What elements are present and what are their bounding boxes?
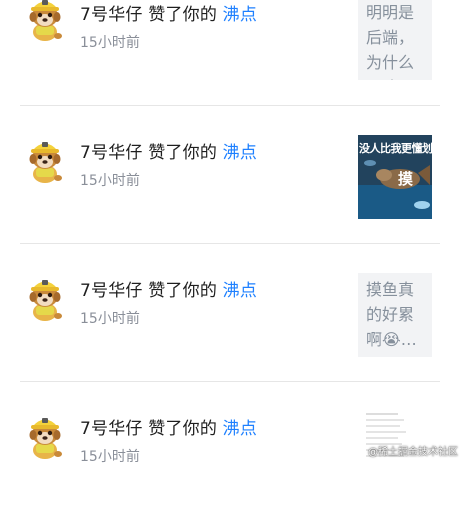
action-text: 赞了你的 (142, 5, 223, 25)
crying-emoji: 😭… (382, 330, 417, 349)
list-item[interactable]: 7号华仔 赞了你的 沸点 15小时前 明明是后端，为什么要改… (0, 0, 460, 106)
list-item[interactable]: 7号华仔 赞了你的 沸点 15小时前 摸鱼真的好累啊😭… (0, 244, 460, 382)
notification-title: 7号华仔 赞了你的 沸点 (80, 0, 257, 25)
timestamp: 15小时前 (80, 173, 140, 189)
actor-name[interactable]: 7号华仔 (80, 143, 143, 163)
actor-name[interactable]: 7号华仔 (80, 281, 143, 301)
notification-title: 7号华仔 赞了你的 沸点 (80, 276, 257, 301)
timestamp: 15小时前 (80, 449, 140, 465)
action-text: 赞了你的 (142, 143, 223, 163)
list-item[interactable]: 7号华仔 赞了你的 沸点 15小时前 没人比我更懂划水 摸 (0, 106, 460, 244)
avatar[interactable] (22, 0, 68, 42)
notification-title: 7号华仔 赞了你的 沸点 (80, 138, 257, 163)
post-preview[interactable]: 摸鱼真的好累啊😭… (358, 273, 432, 357)
notification-list: 7号华仔 赞了你的 沸点 15小时前 明明是后端，为什么要改… 7号华仔 赞了你… (0, 0, 460, 492)
post-preview[interactable]: 没人比我更懂划水 摸 (358, 135, 432, 219)
preview-text: 明明是后端，为什么要改… (366, 3, 415, 80)
actor-name[interactable]: 7号华仔 (80, 419, 143, 439)
target-link[interactable]: 沸点 (223, 5, 257, 25)
action-text: 赞了你的 (142, 281, 223, 301)
notification-title: 7号华仔 赞了你的 沸点 (80, 414, 257, 439)
action-text: 赞了你的 (142, 419, 223, 439)
target-link[interactable]: 沸点 (223, 281, 257, 301)
target-link[interactable]: 沸点 (223, 419, 257, 439)
avatar[interactable] (22, 272, 68, 322)
timestamp: 15小时前 (80, 311, 140, 327)
avatar[interactable] (22, 134, 68, 184)
watermark: @稀土掘金技术社区 (368, 447, 458, 458)
post-preview[interactable]: 明明是后端，为什么要改… (358, 0, 432, 80)
timestamp: 15小时前 (80, 35, 140, 51)
avatar[interactable] (22, 410, 68, 460)
meme-caption: 没人比我更懂划水 (359, 142, 432, 155)
actor-name[interactable]: 7号华仔 (80, 5, 143, 25)
target-link[interactable]: 沸点 (223, 143, 257, 163)
meme-text: 摸 (398, 170, 414, 188)
